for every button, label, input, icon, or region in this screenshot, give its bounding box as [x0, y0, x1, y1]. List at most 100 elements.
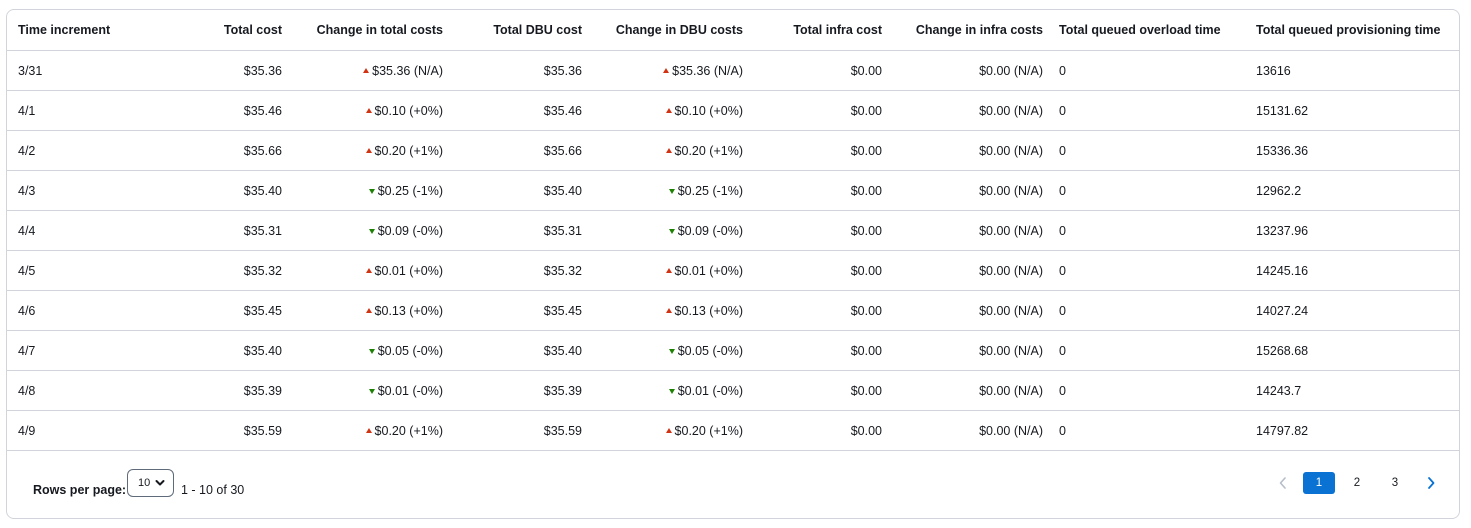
- arrow-down-icon: [368, 228, 375, 234]
- cell-total-dbu-cost: $35.32: [451, 250, 590, 291]
- header-total-queued-overload-time[interactable]: Total queued overload time: [1051, 10, 1248, 51]
- cell-change-dbu-costs-value: $0.09 (-0%): [677, 223, 743, 238]
- cell-total-queued-provisioning-time: 12962.2: [1248, 170, 1459, 211]
- cell-change-dbu-costs: $0.20 (+1%): [590, 130, 751, 171]
- header-total-infra-cost[interactable]: Total infra cost: [751, 10, 890, 51]
- cell-total-infra-cost: $0.00: [751, 330, 890, 371]
- cell-change-total-costs: $0.13 (+0%): [290, 290, 451, 331]
- cell-total-infra-cost: $0.00: [751, 50, 890, 91]
- arrow-down-icon: [368, 348, 375, 354]
- cell-total-infra-cost: $0.00: [751, 130, 890, 171]
- cell-time-increment: 4/8: [7, 370, 144, 411]
- cell-total-queued-overload-time: 0: [1051, 250, 1248, 291]
- header-total-cost[interactable]: Total cost: [144, 10, 290, 51]
- table-row: 4/5 $35.32 $0.01 (+0%) $35.32 $0.01 (+0%) $0.…: [7, 250, 1459, 291]
- cell-change-total-costs-value: $35.36 (N/A): [372, 63, 443, 78]
- cell-change-dbu-costs: $0.13 (+0%): [590, 290, 751, 331]
- cell-total-queued-overload-time: 0: [1051, 170, 1248, 211]
- table-row: 4/7 $35.40 $0.05 (-0%) $35.40 $0.05 (-0%) $0.…: [7, 330, 1459, 371]
- table-footer: Rows per page: 10 1 - 10 of 30 123: [7, 443, 1459, 518]
- cell-time-increment: 4/5: [7, 250, 144, 291]
- next-page-button[interactable]: [1417, 469, 1445, 497]
- header-change-dbu-costs[interactable]: Change in DBU costs: [590, 10, 751, 51]
- cell-total-infra-cost: $0.00: [751, 170, 890, 211]
- cell-change-total-costs-value: $0.20 (+1%): [374, 143, 443, 158]
- cell-total-dbu-cost: $35.66: [451, 130, 590, 171]
- chevron-left-icon: [1279, 477, 1286, 489]
- arrow-up-icon: [363, 67, 370, 73]
- cell-change-dbu-costs: $35.36 (N/A): [590, 50, 751, 91]
- cell-change-infra-costs: $0.00 (N/A): [890, 170, 1051, 211]
- cell-total-queued-overload-time: 0: [1051, 130, 1248, 171]
- arrow-down-icon: [668, 188, 675, 194]
- arrow-up-icon: [365, 267, 372, 273]
- rows-per-page-value: 10: [138, 477, 151, 489]
- cell-total-cost: $35.40: [144, 170, 290, 211]
- cell-time-increment: 4/1: [7, 90, 144, 131]
- cell-total-queued-overload-time: 0: [1051, 370, 1248, 411]
- cell-change-dbu-costs: $0.01 (+0%): [590, 250, 751, 291]
- page-button-1[interactable]: 1: [1303, 472, 1335, 494]
- cell-total-infra-cost: $0.00: [751, 90, 890, 131]
- header-total-dbu-cost[interactable]: Total DBU cost: [451, 10, 590, 51]
- cell-total-queued-provisioning-time: 13616: [1248, 50, 1459, 91]
- cell-total-queued-overload-time: 0: [1051, 290, 1248, 331]
- cell-change-total-costs-value: $0.20 (+1%): [374, 423, 443, 438]
- rows-per-page-label: Rows per page:: [33, 483, 127, 497]
- page-button-3[interactable]: 3: [1379, 472, 1411, 494]
- pagination: 123: [1269, 469, 1445, 497]
- cell-change-total-costs-value: $0.01 (-0%): [377, 383, 443, 398]
- header-change-total-costs[interactable]: Change in total costs: [290, 10, 451, 51]
- chevron-down-icon: [155, 480, 165, 486]
- arrow-down-icon: [668, 388, 675, 394]
- cell-change-dbu-costs-value: $0.01 (+0%): [674, 263, 743, 278]
- cell-total-dbu-cost: $35.40: [451, 170, 590, 211]
- header-total-queued-provisioning-time[interactable]: Total queued provisioning time: [1248, 10, 1459, 51]
- cell-change-total-costs-value: $0.09 (-0%): [377, 223, 443, 238]
- cost-table-card: Time increment Total cost Change in tota…: [6, 9, 1460, 519]
- table-row: 4/6 $35.45 $0.13 (+0%) $35.45 $0.13 (+0%) $0.…: [7, 290, 1459, 331]
- cell-total-cost: $35.32: [144, 250, 290, 291]
- cell-change-dbu-costs-value: $0.20 (+1%): [674, 143, 743, 158]
- cost-table: Time increment Total cost Change in tota…: [7, 10, 1459, 451]
- cell-total-cost: $35.45: [144, 290, 290, 331]
- cell-total-queued-provisioning-time: 15131.62: [1248, 90, 1459, 131]
- cell-total-queued-provisioning-time: 15336.36: [1248, 130, 1459, 171]
- cell-total-dbu-cost: $35.36: [451, 50, 590, 91]
- cell-total-cost: $35.46: [144, 90, 290, 131]
- cell-total-queued-provisioning-time: 14245.16: [1248, 250, 1459, 291]
- cell-total-cost: $35.39: [144, 370, 290, 411]
- cell-change-total-costs: $0.01 (-0%): [290, 370, 451, 411]
- cell-time-increment: 4/6: [7, 290, 144, 331]
- arrow-up-icon: [665, 107, 672, 113]
- cell-total-queued-overload-time: 0: [1051, 330, 1248, 371]
- page-button-2[interactable]: 2: [1341, 472, 1373, 494]
- cell-change-total-costs: $0.10 (+0%): [290, 90, 451, 131]
- page-buttons: 123: [1297, 472, 1411, 494]
- cell-total-queued-overload-time: 0: [1051, 210, 1248, 251]
- arrow-down-icon: [668, 348, 675, 354]
- rows-per-page-select[interactable]: 10: [127, 469, 174, 497]
- cell-change-dbu-costs-value: $0.05 (-0%): [677, 343, 743, 358]
- cell-change-total-costs: $0.25 (-1%): [290, 170, 451, 211]
- arrow-up-icon: [365, 427, 372, 433]
- cell-total-dbu-cost: $35.39: [451, 370, 590, 411]
- cell-total-cost: $35.66: [144, 130, 290, 171]
- cell-total-infra-cost: $0.00: [751, 250, 890, 291]
- arrow-down-icon: [368, 188, 375, 194]
- cell-change-dbu-costs: $0.10 (+0%): [590, 90, 751, 131]
- cell-time-increment: 4/7: [7, 330, 144, 371]
- cell-time-increment: 4/3: [7, 170, 144, 211]
- cell-change-total-costs-value: $0.05 (-0%): [377, 343, 443, 358]
- cell-change-total-costs-value: $0.25 (-1%): [377, 183, 443, 198]
- cell-change-infra-costs: $0.00 (N/A): [890, 290, 1051, 331]
- cell-change-total-costs-value: $0.01 (+0%): [374, 263, 443, 278]
- cell-total-infra-cost: $0.00: [751, 290, 890, 331]
- cell-total-dbu-cost: $35.46: [451, 90, 590, 131]
- cell-total-cost: $35.40: [144, 330, 290, 371]
- table-row: 4/2 $35.66 $0.20 (+1%) $35.66 $0.20 (+1%) $0.…: [7, 130, 1459, 171]
- header-change-infra-costs[interactable]: Change in infra costs: [890, 10, 1051, 51]
- header-time-increment[interactable]: Time increment: [7, 10, 144, 51]
- chevron-right-icon: [1428, 477, 1435, 489]
- previous-page-button[interactable]: [1269, 469, 1297, 497]
